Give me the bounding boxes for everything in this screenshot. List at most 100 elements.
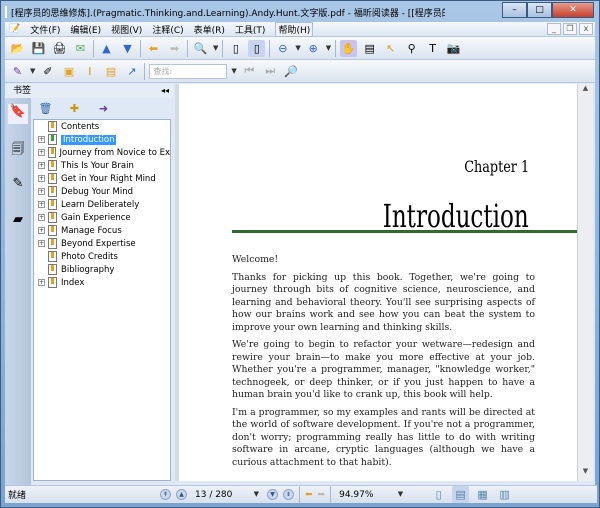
email-icon[interactable]: ✉ bbox=[72, 40, 89, 57]
print-icon[interactable]: 🖨 bbox=[51, 40, 68, 57]
expand-icon[interactable]: + bbox=[38, 188, 45, 195]
doc-restore-button[interactable]: ❐ bbox=[563, 23, 577, 35]
vertical-scrollbar[interactable]: ▲ ▼ bbox=[577, 84, 593, 481]
close-button[interactable]: ✕ bbox=[552, 2, 594, 18]
bookmark-label: Photo Credits bbox=[61, 251, 118, 262]
typewriter-icon[interactable]: T bbox=[424, 40, 441, 57]
previous-page-icon[interactable]: ▲ bbox=[98, 40, 115, 57]
forward-icon[interactable]: ➡ bbox=[318, 490, 326, 500]
facing-pages-icon[interactable]: ▦ bbox=[474, 486, 491, 503]
expand-icon[interactable]: + bbox=[38, 214, 45, 221]
expand-icon[interactable]: + bbox=[38, 279, 45, 286]
forward-arrow-icon[interactable]: ➡ bbox=[166, 40, 183, 57]
scroll-down-icon[interactable]: ▼ bbox=[578, 467, 593, 481]
bookmark-item[interactable]: + Manage Focus bbox=[34, 224, 170, 237]
pencil-icon[interactable]: ✎ bbox=[9, 63, 26, 80]
first-page-icon[interactable]: ⇞ bbox=[160, 489, 171, 500]
expand-icon[interactable]: + bbox=[38, 240, 45, 247]
bookmark-item[interactable]: + This Is Your Brain bbox=[34, 159, 170, 172]
prev-page-icon[interactable]: ▲ bbox=[176, 489, 187, 500]
bookmark-item[interactable]: + Gain Experience bbox=[34, 211, 170, 224]
menu-file[interactable]: 文件(F) bbox=[30, 23, 60, 36]
bookmark-item[interactable]: + Debug Your Mind bbox=[34, 185, 170, 198]
bookmark-item[interactable]: + Index bbox=[34, 276, 170, 289]
eraser-icon[interactable]: ✐ bbox=[39, 63, 56, 80]
bookmark-icon bbox=[48, 121, 57, 132]
last-page-icon[interactable]: ⇟ bbox=[283, 489, 294, 500]
search-dropdown-icon[interactable]: ▼ bbox=[231, 67, 236, 75]
expand-icon[interactable]: + bbox=[38, 149, 45, 156]
select-text-icon[interactable]: ▤ bbox=[361, 40, 378, 57]
bookmark-item[interactable]: Photo Credits bbox=[34, 250, 170, 263]
textbox-icon[interactable]: I bbox=[81, 63, 98, 80]
main-toolbar: 📂 💾 🖨 ✉ ▲ ▼ ⬅ ➡ 🔍 ▼ ▯ ▯ ⊖ ▼ ⊕ ▼ ✋ ▤ ↖ ⚲ T 📷 bbox=[5, 37, 595, 60]
next-page-icon[interactable]: ▼ bbox=[267, 489, 278, 500]
expand-icon[interactable]: + bbox=[38, 175, 45, 182]
bookmark-item[interactable]: Contents bbox=[34, 120, 170, 133]
comment-icon[interactable]: ▤ bbox=[102, 63, 119, 80]
heading-rule bbox=[232, 230, 577, 233]
menu-help[interactable]: 帮助(H) bbox=[275, 21, 314, 37]
bookmark-label: Journey from Novice to Ex bbox=[59, 147, 170, 158]
doc-close-button[interactable]: x bbox=[579, 23, 593, 35]
layers-tab-icon[interactable]: ▰ bbox=[8, 212, 28, 232]
zoom-out-icon[interactable]: ⊖ bbox=[274, 40, 291, 57]
zoom-field[interactable]: 94.97% ▼ bbox=[336, 490, 406, 500]
save-icon[interactable]: 💾 bbox=[30, 40, 47, 57]
note-icon[interactable]: ▣ bbox=[60, 63, 77, 80]
open-folder-icon[interactable]: 📂 bbox=[9, 40, 26, 57]
back-icon[interactable]: ⬅ bbox=[305, 490, 313, 500]
search-input[interactable]: 查找: bbox=[149, 63, 228, 79]
zoom-in-icon[interactable]: ⊕ bbox=[305, 40, 322, 57]
bookmark-item[interactable]: + Journey from Novice to Ex bbox=[34, 146, 170, 159]
find-next-icon[interactable]: ⏭ bbox=[262, 63, 279, 80]
next-page-icon[interactable]: ▼ bbox=[119, 40, 136, 57]
bookmark-item[interactable]: + Beyond Expertise bbox=[34, 237, 170, 250]
menu-form[interactable]: 表单(R) bbox=[194, 23, 225, 36]
continuous-page-icon[interactable]: ▤ bbox=[452, 486, 470, 503]
zoom-tool-icon[interactable]: 🔍 bbox=[192, 40, 209, 57]
find-previous-icon[interactable]: ⏮ bbox=[241, 63, 258, 80]
bookmark-item[interactable]: + Learn Deliberately bbox=[34, 198, 170, 211]
bookmark-icon bbox=[48, 277, 57, 288]
expand-icon[interactable]: + bbox=[38, 201, 45, 208]
move-bookmark-icon[interactable]: ➜ bbox=[95, 100, 112, 117]
continuous-facing-icon[interactable]: ▥ bbox=[496, 486, 513, 503]
bookmark-item[interactable]: Bibliography bbox=[34, 263, 170, 276]
arrow-tool-icon[interactable]: ↗ bbox=[123, 63, 140, 80]
bookmarks-tab-icon[interactable]: 🔖 bbox=[8, 104, 28, 124]
bookmark-item[interactable]: + Introduction bbox=[34, 133, 170, 146]
bookmark-icon bbox=[48, 160, 57, 171]
delete-bookmark-icon[interactable]: 🗑 bbox=[37, 100, 54, 117]
fit-page-icon[interactable]: ▯ bbox=[227, 40, 244, 57]
zoom-out-dropdown-icon[interactable]: ▼ bbox=[295, 44, 300, 52]
fit-width-icon[interactable]: ▯ bbox=[248, 39, 266, 57]
select-arrow-icon[interactable]: ↖ bbox=[382, 40, 399, 57]
menu-edit[interactable]: 编辑(E) bbox=[70, 23, 101, 36]
pages-tab-icon[interactable]: 🗐 bbox=[8, 140, 28, 160]
expand-icon[interactable]: + bbox=[38, 227, 45, 234]
zoom-dropdown-icon[interactable]: ▼ bbox=[213, 44, 218, 52]
scroll-up-icon[interactable]: ▲ bbox=[578, 84, 593, 98]
menu-view[interactable]: 视图(V) bbox=[111, 23, 142, 36]
snapshot-camera-icon[interactable]: 📷 bbox=[445, 40, 462, 57]
doc-minimize-button[interactable]: _ bbox=[547, 23, 561, 35]
page-number-field[interactable]: 13 / 280 ▼ bbox=[192, 490, 262, 500]
add-bookmark-icon[interactable]: ✚ bbox=[66, 100, 83, 117]
expand-icon[interactable]: + bbox=[38, 136, 45, 143]
menu-comment[interactable]: 注释(C) bbox=[152, 23, 183, 36]
expand-icon[interactable]: + bbox=[38, 162, 45, 169]
pencil-dropdown-icon[interactable]: ▼ bbox=[30, 67, 35, 75]
single-page-icon[interactable]: ▯ bbox=[430, 486, 447, 503]
minimize-button[interactable]: – bbox=[502, 2, 527, 18]
search-magnifier-icon[interactable]: 🔎 bbox=[283, 63, 300, 80]
menu-tools[interactable]: 工具(T) bbox=[235, 23, 266, 36]
zoom-in-dropdown-icon[interactable]: ▼ bbox=[326, 44, 331, 52]
binoculars-icon[interactable]: ⚲ bbox=[403, 40, 420, 57]
collapse-panel-icon[interactable]: ◂◂ bbox=[161, 84, 169, 98]
maximize-button[interactable]: □ bbox=[527, 2, 552, 18]
bookmark-item[interactable]: + Get in Your Right Mind bbox=[34, 172, 170, 185]
back-arrow-icon[interactable]: ⬅ bbox=[145, 40, 162, 57]
hand-tool-icon[interactable]: ✋ bbox=[340, 39, 358, 57]
annotations-tab-icon[interactable]: ✎ bbox=[8, 176, 28, 196]
